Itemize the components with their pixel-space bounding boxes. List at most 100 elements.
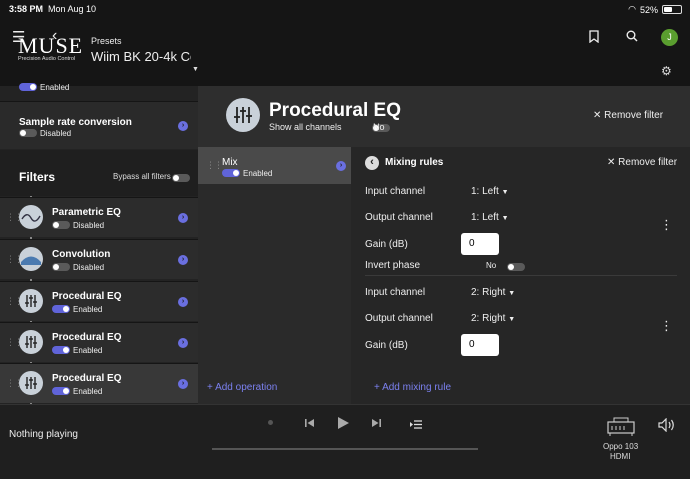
show-all-channels-label: Show all channels	[269, 122, 342, 132]
filter-toggle[interactable]	[52, 221, 70, 230]
filter-item[interactable]: ⋮⋮ Procedural EQ Enabled ›	[0, 281, 198, 321]
bypass-label: Bypass all filters	[113, 172, 171, 181]
filter-toggle[interactable]	[52, 346, 70, 355]
sample-rate-go-icon[interactable]: ›	[178, 121, 188, 131]
sample-rate-label: Sample rate conversion	[19, 117, 132, 128]
output-channel-select[interactable]: 1: Left ▼	[471, 212, 509, 223]
rule-divider	[365, 275, 677, 276]
invert-phase-label: Invert phase	[365, 260, 421, 271]
next-track-icon[interactable]	[370, 416, 382, 432]
filter-toggle[interactable]	[52, 387, 70, 396]
playback-progress[interactable]	[212, 448, 478, 450]
input-channel-label: Input channel	[365, 186, 426, 197]
filter-toggle[interactable]	[52, 263, 70, 272]
filter-go-icon[interactable]: ›	[178, 338, 188, 348]
gear-icon[interactable]: ⚙	[661, 64, 672, 78]
filter-item[interactable]: ⋮⋮ Convolution Disabled ›	[0, 239, 198, 279]
filter-name: Procedural EQ	[52, 291, 122, 302]
chevron-down-icon[interactable]: ▼	[192, 66, 199, 73]
gain-label: Gain (dB)	[365, 239, 408, 250]
close-icon: ✕	[593, 110, 602, 121]
output-channel-label: Output channel	[365, 212, 433, 223]
gain-input[interactable]: 0	[461, 233, 499, 255]
mixing-rules-title: Mixing rules	[385, 157, 444, 168]
chevron-down-icon: ▼	[501, 189, 509, 196]
previous-track-icon[interactable]	[304, 416, 316, 432]
filter-name: Procedural EQ	[52, 373, 122, 384]
input-channel-select[interactable]: 1: Left ▼	[471, 186, 509, 197]
output-channel-select[interactable]: 2: Right ▼	[471, 313, 515, 324]
bookmark-icon[interactable]	[589, 30, 599, 46]
app-logo-subtitle: Precision Audio Control	[18, 56, 76, 62]
queue-icon[interactable]	[410, 417, 423, 433]
status-date: Mon Aug 10	[48, 4, 97, 14]
plus-icon: +	[207, 382, 213, 393]
show-all-channels-value: No	[373, 122, 385, 132]
filter-name: Parametric EQ	[52, 207, 121, 218]
filter-item-selected[interactable]: ⋮⋮ Procedural EQ Enabled ›	[0, 363, 198, 403]
filter-name: Procedural EQ	[52, 332, 122, 343]
procedural-eq-icon	[19, 330, 43, 354]
search-icon[interactable]	[626, 30, 638, 45]
status-time: 3:58 PM	[9, 4, 44, 14]
partial-item-toggle[interactable]	[19, 83, 37, 92]
drag-handle-icon[interactable]: ⋮⋮	[206, 160, 223, 171]
gain-label: Gain (dB)	[365, 340, 408, 351]
device-input: HDMI	[610, 452, 631, 461]
partial-item-state: Enabled	[19, 82, 69, 93]
sample-rate-state: Disabled	[19, 128, 71, 139]
filters-title: Filters	[19, 170, 56, 184]
operation-name: Mix	[222, 157, 238, 168]
filter-title: Procedural EQ	[269, 100, 401, 121]
invert-phase-toggle[interactable]	[506, 263, 525, 272]
user-avatar[interactable]: J	[661, 29, 678, 46]
input-channel-select[interactable]: 2: Right ▼	[471, 287, 515, 298]
invert-phase-value: No	[486, 261, 497, 270]
device-name: Oppo 103	[603, 442, 639, 451]
output-channel-label: Output channel	[365, 313, 433, 324]
operations-panel	[198, 147, 351, 404]
input-channel-label: Input channel	[365, 287, 426, 298]
more-options-icon[interactable]: ⋮	[660, 318, 673, 334]
filter-go-icon[interactable]: ›	[178, 297, 188, 307]
wifi-icon: ◠	[628, 4, 636, 14]
chevron-down-icon: ▼	[501, 215, 509, 222]
preset-select[interactable]: Wiim BK 20-4k Cor	[91, 49, 191, 64]
operation-toggle[interactable]	[222, 169, 240, 178]
procedural-eq-icon	[19, 289, 43, 313]
remove-mixing-button[interactable]: ✕ Remove filter	[607, 157, 677, 168]
filter-go-icon[interactable]: ›	[178, 213, 188, 223]
filter-toggle[interactable]	[52, 305, 70, 314]
battery-percent: 52%	[639, 4, 658, 15]
chevron-down-icon: ▼	[508, 316, 516, 323]
status-bar: 3:58 PM Mon Aug 10 ◠ 52%	[0, 0, 690, 20]
add-operation-button[interactable]: + Add operation	[207, 382, 277, 393]
more-options-icon[interactable]: ⋮	[660, 217, 673, 233]
add-mixing-rule-button[interactable]: + Add mixing rule	[374, 382, 451, 393]
now-playing-text: Nothing playing	[9, 429, 78, 440]
filter-go-icon[interactable]: ›	[178, 379, 188, 389]
av-receiver-icon[interactable]	[607, 417, 635, 440]
filter-name: Convolution	[52, 249, 111, 260]
close-icon: ✕	[607, 157, 616, 168]
volume-icon[interactable]	[658, 417, 676, 435]
record-dot-icon[interactable]	[268, 420, 273, 425]
presets-label: Presets	[91, 36, 122, 46]
procedural-eq-icon	[19, 371, 43, 395]
sample-rate-toggle[interactable]	[19, 129, 37, 138]
bypass-toggle[interactable]	[172, 174, 190, 183]
status-right: ◠ 52%	[628, 4, 682, 15]
convolution-icon	[19, 247, 43, 271]
back-chevron-icon[interactable]: ‹	[365, 156, 379, 170]
operation-go-icon[interactable]: ›	[336, 161, 346, 171]
filter-item[interactable]: ⋮⋮ Procedural EQ Enabled ›	[0, 322, 198, 362]
remove-filter-button[interactable]: ✕ Remove filter	[593, 110, 663, 121]
operation-state: Enabled	[243, 168, 273, 178]
gain-input[interactable]: 0	[461, 334, 499, 356]
play-icon[interactable]	[336, 416, 350, 433]
plus-icon: +	[374, 382, 380, 393]
parametric-eq-icon	[19, 205, 43, 229]
filter-go-icon[interactable]: ›	[178, 255, 188, 265]
filter-item[interactable]: ⋮⋮ Parametric EQ Disabled ›	[0, 197, 198, 237]
battery-icon	[662, 5, 682, 14]
